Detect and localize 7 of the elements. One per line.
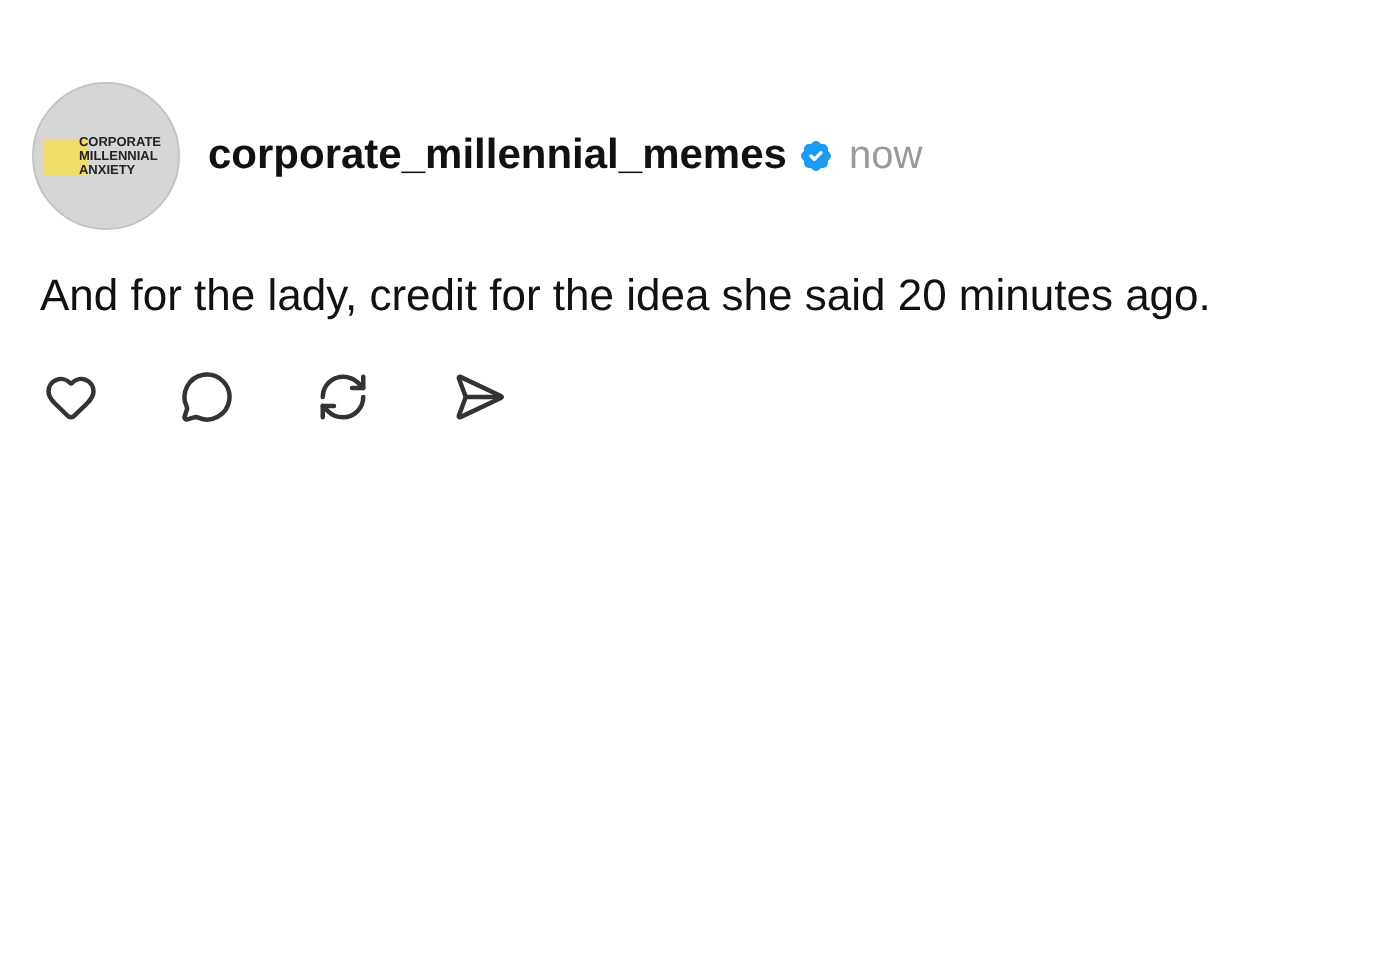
repost-icon xyxy=(315,369,369,423)
username[interactable]: corporate_millennial_memes xyxy=(208,124,787,188)
speech-bubble-icon xyxy=(179,369,233,423)
paper-plane-icon xyxy=(451,369,505,423)
post-text: And for the lady, credit for the idea she said 20 minutes ago. xyxy=(38,268,1213,324)
speech-bubble-button[interactable] xyxy=(176,366,236,426)
timestamp: now xyxy=(848,132,923,182)
